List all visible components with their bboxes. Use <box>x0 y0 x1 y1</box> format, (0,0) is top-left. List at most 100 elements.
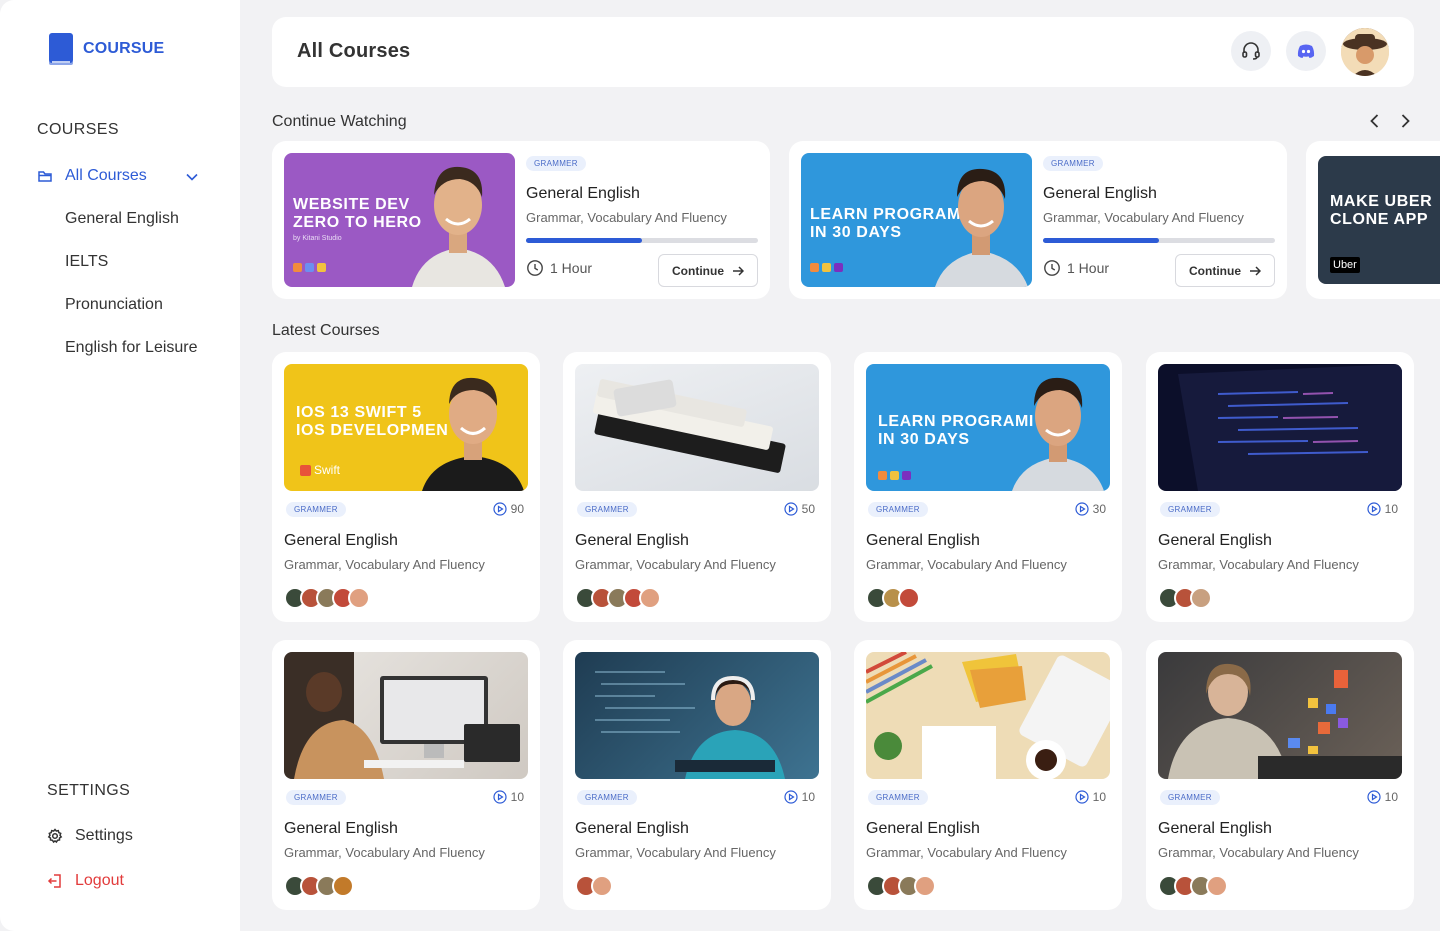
student-avatars <box>575 587 661 609</box>
progress-bar <box>526 238 758 243</box>
category-badge: GRAMMER <box>577 502 637 517</box>
tool-icons <box>810 263 843 272</box>
duration-text: 1 Hour <box>550 260 593 276</box>
course-subtitle: Grammar, Vocabulary And Fluency <box>575 557 776 572</box>
course-title: General English <box>866 532 980 549</box>
coder-photo <box>595 671 785 779</box>
lesson-count: 30 <box>1075 502 1106 516</box>
course-card[interactable]: IOS 13 SWIFT 5 IOS DEVELOPMEN Swift GRAM… <box>272 352 540 622</box>
course-card[interactable]: GRAMMER 10 General English Grammar, Voca… <box>1146 352 1414 622</box>
play-circle-icon <box>1075 502 1089 516</box>
continue-card-info: GRAMMER General English Grammar, Vocabul… <box>526 153 758 287</box>
avatar <box>348 587 370 609</box>
sidebar-item-pronunciation[interactable]: Pronunciation <box>65 296 163 314</box>
logout-label: Logout <box>75 872 124 889</box>
course-thumbnail: MAKE UBER CLONE APP Uber <box>1318 156 1440 284</box>
course-subtitle: Grammar, Vocabulary And Fluency <box>866 845 1067 860</box>
course-subtitle: Grammar, Vocabulary And Fluency <box>284 845 485 860</box>
category-badge: GRAMMER <box>1043 156 1103 171</box>
sidebar-item-english-for-leisure[interactable]: English for Leisure <box>65 339 198 357</box>
lesson-count-value: 30 <box>1092 502 1106 516</box>
continue-card[interactable]: MAKE UBER CLONE APP Uber <box>1306 141 1440 299</box>
lesson-count-value: 10 <box>1384 502 1398 516</box>
course-thumbnail <box>866 652 1110 779</box>
lesson-count: 10 <box>493 790 524 804</box>
category-badge: GRAMMER <box>1160 790 1220 805</box>
discord-button[interactable] <box>1286 31 1326 71</box>
brand-logo[interactable]: COURSUE <box>47 32 164 66</box>
course-card[interactable]: GRAMMER 10 General English Grammar, Voca… <box>1146 640 1414 910</box>
category-badge: GRAMMER <box>286 790 346 805</box>
chevron-left-icon[interactable] <box>1366 112 1384 130</box>
progress-fill <box>526 238 642 243</box>
swift-label: Swift <box>300 463 340 477</box>
thumbnail-subtitle: by Kitani Studio <box>293 235 342 242</box>
continue-button[interactable]: Continue <box>1175 254 1275 287</box>
duration: 1 Hour <box>1043 259 1109 277</box>
settings-button[interactable]: Settings <box>47 827 133 845</box>
book-icon <box>49 33 73 65</box>
course-thumbnail: WEBSITE DEV ZERO TO HERO by Kitani Studi… <box>284 153 515 287</box>
logout-button[interactable]: Logout <box>47 872 124 890</box>
course-subtitle: Grammar, Vocabulary And Fluency <box>1043 210 1244 225</box>
continue-card[interactable]: LEARN PROGRAMI IN 30 DAYS GRAMMER Genera… <box>789 141 1287 299</box>
student-avatars <box>866 587 920 609</box>
sidebar-item-ielts[interactable]: IELTS <box>65 253 108 271</box>
duration-text: 1 Hour <box>1067 260 1110 276</box>
avatar <box>1206 875 1228 897</box>
tool-icons <box>293 263 326 272</box>
student-avatars <box>575 875 613 897</box>
courses-section-label: COURSES <box>37 121 119 138</box>
lesson-count-value: 90 <box>510 502 524 516</box>
lesson-count-value: 10 <box>1384 790 1398 804</box>
user-avatar[interactable] <box>1341 28 1389 76</box>
chevron-right-icon[interactable] <box>1396 112 1414 130</box>
swift-text: Swift <box>314 463 341 477</box>
course-thumbnail: LEARN PROGRAMI IN 30 DAYS <box>801 153 1032 287</box>
settings-section-label: SETTINGS <box>47 782 131 799</box>
course-subtitle: Grammar, Vocabulary And Fluency <box>866 557 1067 572</box>
play-circle-icon <box>493 790 507 804</box>
progress-fill <box>1043 238 1159 243</box>
support-button[interactable] <box>1231 31 1271 71</box>
play-circle-icon <box>784 790 798 804</box>
lesson-count: 50 <box>784 502 815 516</box>
gear-icon <box>47 828 63 844</box>
course-thumbnail: IOS 13 SWIFT 5 IOS DEVELOPMEN Swift <box>284 364 528 491</box>
student-avatars <box>284 587 370 609</box>
arrow-right-icon <box>1250 265 1261 276</box>
course-card[interactable]: GRAMMER 10 General English Grammar, Voca… <box>854 640 1122 910</box>
discord-icon <box>1297 44 1315 58</box>
course-title: General English <box>1158 532 1272 549</box>
developer-photo <box>1168 663 1402 779</box>
avatar <box>914 875 936 897</box>
code-screen-photo <box>1178 364 1402 491</box>
course-title: General English <box>575 820 689 837</box>
student-avatars <box>1158 875 1228 897</box>
sidebar-item-all-courses[interactable]: All Courses <box>37 164 207 188</box>
course-card[interactable]: GRAMMER 10 General English Grammar, Voca… <box>272 640 540 910</box>
course-card[interactable]: LEARN PROGRAMI IN 30 DAYS GRAMMER 30 Gen… <box>854 352 1122 622</box>
clock-icon <box>527 260 543 276</box>
course-title: General English <box>1043 185 1157 202</box>
course-thumbnail: LEARN PROGRAMI IN 30 DAYS <box>866 364 1110 491</box>
course-title: General English <box>526 185 640 202</box>
play-circle-icon <box>1367 790 1381 804</box>
course-title: General English <box>1158 820 1272 837</box>
instructor-photo <box>422 377 524 491</box>
continue-button[interactable]: Continue <box>658 254 758 287</box>
course-title: General English <box>284 820 398 837</box>
course-card[interactable]: GRAMMER 10 General English Grammar, Voca… <box>563 640 831 910</box>
course-subtitle: Grammar, Vocabulary And Fluency <box>575 845 776 860</box>
books-photo <box>593 379 786 473</box>
course-title: General English <box>575 532 689 549</box>
category-badge: GRAMMER <box>868 790 928 805</box>
chevron-down-icon[interactable] <box>185 170 199 184</box>
continue-card[interactable]: WEBSITE DEV ZERO TO HERO by Kitani Studi… <box>272 141 770 299</box>
headset-icon <box>1242 42 1260 60</box>
sidebar: COURSUE COURSES All Courses General Engl… <box>0 0 240 931</box>
lesson-count-value: 10 <box>510 790 524 804</box>
sidebar-item-general-english[interactable]: General English <box>65 210 179 228</box>
course-thumbnail <box>1158 364 1402 491</box>
course-card[interactable]: GRAMMER 50 General English Grammar, Voca… <box>563 352 831 622</box>
